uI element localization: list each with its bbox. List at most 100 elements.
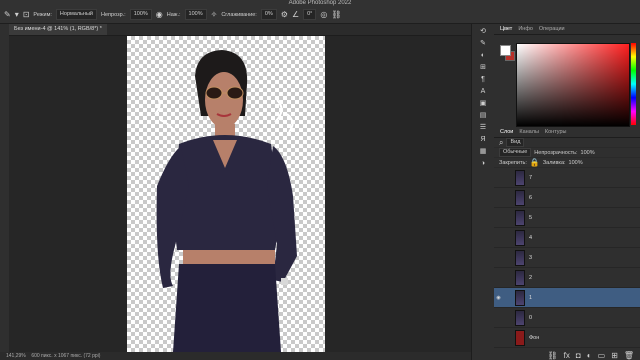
tab-channels[interactable]: Каналы <box>519 127 539 137</box>
layer-thumbnail <box>515 289 525 306</box>
opacity-label: Непрозр.: <box>101 11 126 18</box>
layer-thumbnail <box>515 249 525 266</box>
layer-filter-select[interactable]: Вид <box>506 138 525 147</box>
blend-mode-select[interactable]: Обычные <box>499 148 532 157</box>
layer-thumbnail <box>515 329 525 346</box>
zoom-level[interactable]: 141,29% <box>6 353 26 359</box>
watch <box>281 278 288 285</box>
glyphs-icon[interactable]: Я <box>472 136 494 144</box>
history-icon[interactable]: ⟲ <box>472 28 494 36</box>
mask-icon[interactable]: ◘ <box>576 352 581 360</box>
tab-color[interactable]: Цвет <box>500 24 512 34</box>
layer-name: 2 <box>529 274 533 281</box>
layer-thumbnail <box>515 209 525 226</box>
layer-name: Фон <box>529 334 540 341</box>
fx-icon[interactable]: fx <box>564 352 570 360</box>
brush-icon[interactable]: ✎ <box>4 10 11 19</box>
pressure-opacity-icon[interactable]: ◉ <box>156 10 163 19</box>
tab-paths[interactable]: Контуры <box>545 127 567 137</box>
gradient-icon[interactable]: ◑ <box>472 160 494 168</box>
libraries-icon[interactable]: ▤ <box>472 112 494 120</box>
layer-row[interactable]: 0 <box>494 308 640 328</box>
brush-presets-icon[interactable]: ✎ <box>472 40 494 48</box>
layer-row[interactable]: 6 <box>494 188 640 208</box>
panel-dock-strip: ⟲ ✎ ◐ ⊞ ¶ A ▣ ▤ ☰ Я ▦ ◑ <box>471 24 495 360</box>
layer-thumbnail <box>515 169 525 186</box>
layer-filter-row: ⌕ Вид <box>494 138 640 148</box>
swatches-icon[interactable]: ▦ <box>472 148 494 156</box>
layer-row[interactable]: 7 <box>494 168 640 188</box>
document-tabs: Без имени-4 @ 141% (1, RGB/8*) * <box>9 24 471 36</box>
fill-label: Заливка: <box>542 159 566 166</box>
pressure-label: Наж.: <box>166 11 181 18</box>
smoothing-label: Сглаживание: <box>221 11 257 18</box>
airbrush-icon[interactable]: ✧ <box>211 10 218 19</box>
properties-icon[interactable]: ☰ <box>472 124 494 132</box>
color-picker-field[interactable] <box>516 43 630 127</box>
brush-settings-icon[interactable]: ⊡ <box>23 10 30 19</box>
hue-slider[interactable] <box>631 43 636 125</box>
lock-row: Закрепить: 🔒 Заливка: 100% <box>494 158 640 168</box>
folder-icon[interactable]: ▭ <box>598 352 606 360</box>
layer-thumbnail <box>515 189 525 206</box>
opacity-label: Непрозрачность: <box>534 149 578 156</box>
layers-footer: ⛓ fx ◘ ◐ ▭ ⊞ 🗑 <box>494 352 640 360</box>
chevron-down-icon[interactable]: ▾ <box>15 10 19 19</box>
trash-icon[interactable]: 🗑 <box>624 352 634 360</box>
layer-thumbnail <box>515 229 525 246</box>
character-icon[interactable]: A <box>472 88 494 96</box>
tab-actions[interactable]: Операции <box>539 24 565 34</box>
styles-icon[interactable]: ▣ <box>472 100 494 108</box>
tab-layers[interactable]: Слои <box>500 127 513 137</box>
opacity-field[interactable]: 100% <box>129 9 152 20</box>
pressure-field[interactable]: 100% <box>184 9 207 20</box>
symmetry-icon[interactable]: ⛓ <box>331 10 341 19</box>
document-canvas[interactable] <box>127 36 325 352</box>
layer-opacity-field[interactable]: 100% <box>581 150 595 156</box>
angle-field[interactable]: 0° <box>303 9 317 20</box>
layers-panel: ⌕ Вид Обычные Непрозрачность: 100% Закре… <box>494 138 640 348</box>
pressure-size-icon[interactable]: ◎ <box>320 10 327 19</box>
search-icon: ⌕ <box>499 137 504 147</box>
link-icon[interactable]: ⛓ <box>548 352 558 360</box>
layer-row-background[interactable]: Фон <box>494 328 640 348</box>
fill-field[interactable]: 100% <box>569 160 583 166</box>
tab-info[interactable]: Инфо <box>518 24 533 34</box>
color-panel <box>494 35 640 127</box>
navigator-icon[interactable]: ⊞ <box>472 64 494 72</box>
layer-thumbnail <box>515 269 525 286</box>
smoothing-field[interactable]: 0% <box>260 9 277 20</box>
layer-row[interactable]: 4 <box>494 228 640 248</box>
lock-label: Закрепить: <box>499 159 527 166</box>
layer-name: 3 <box>529 254 533 261</box>
layer-name: 7 <box>529 174 533 181</box>
gear-icon[interactable]: ⚙ <box>281 10 288 19</box>
eye-icon[interactable]: ◉ <box>494 295 503 301</box>
layer-row[interactable]: 2 <box>494 268 640 288</box>
hair-brush-stroke-right <box>274 99 294 133</box>
photo-woman <box>154 50 297 352</box>
mode-select[interactable]: Нормальный <box>55 9 97 20</box>
document-tab[interactable]: Без имени-4 @ 141% (1, RGB/8*) * <box>9 24 107 35</box>
options-bar: ✎ ▾ ⊡ Режим: Нормальный Непрозр.: 100% ◉… <box>0 6 640 24</box>
adjustment-layer-icon[interactable]: ◐ <box>587 352 592 360</box>
layer-name: 0 <box>529 314 533 321</box>
layer-row-selected[interactable]: ◉ 1 <box>494 288 640 308</box>
paragraph-icon[interactable]: ¶ <box>472 76 494 84</box>
layer-row[interactable]: 3 <box>494 248 640 268</box>
new-layer-icon[interactable]: ⊞ <box>611 352 618 360</box>
foreground-color-swatch[interactable] <box>500 45 511 56</box>
layers-panel-tabs: Слои Каналы Контуры <box>494 127 640 138</box>
document-info: 600 пикс. x 1067 пикс. (72 ppi) <box>31 353 101 359</box>
right-panels: Цвет Инфо Операции Слои Каналы Контуры ⌕… <box>494 24 640 360</box>
layer-thumbnail <box>515 309 525 326</box>
layer-name: 4 <box>529 234 533 241</box>
layer-row[interactable]: 5 <box>494 208 640 228</box>
adjustments-icon[interactable]: ◐ <box>472 52 494 60</box>
color-panel-tabs: Цвет Инфо Операции <box>494 24 640 35</box>
canvas-area[interactable] <box>9 36 471 352</box>
lock-icon[interactable]: 🔒 <box>530 158 540 167</box>
layer-name: 1 <box>529 294 533 301</box>
angle-icon: ∠ <box>291 9 300 19</box>
hair-brush-stroke-left <box>154 95 176 133</box>
